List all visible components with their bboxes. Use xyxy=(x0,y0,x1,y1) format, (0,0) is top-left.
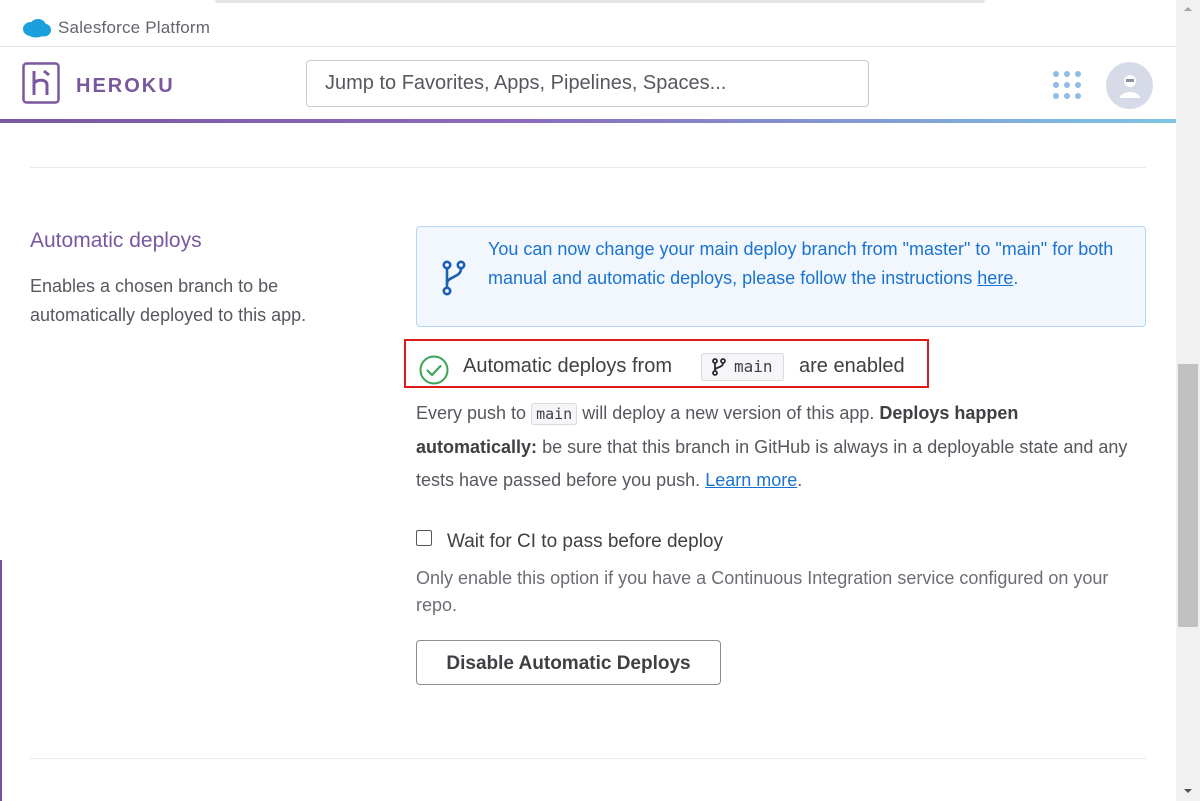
status-prefix: Automatic deploys from xyxy=(463,355,672,377)
scrollbar-thumb[interactable] xyxy=(1178,364,1198,627)
auto-deploy-status: Automatic deploys from main are enabled xyxy=(404,339,929,388)
explanation-end: . xyxy=(797,470,803,490)
branch-name: main xyxy=(734,357,773,376)
avatar-figure-icon xyxy=(1119,74,1140,98)
salesforce-platform-title: Salesforce Platform xyxy=(58,18,211,37)
branch-icon xyxy=(442,260,466,296)
info-banner-message: You can now change your main deploy bran… xyxy=(488,239,1114,288)
wait-for-ci-checkbox[interactable] xyxy=(416,530,432,546)
learn-more-link[interactable]: Learn more xyxy=(705,470,797,490)
wait-for-ci-label[interactable]: Wait for CI to pass before deploy xyxy=(447,531,723,553)
header-gradient-bar xyxy=(0,119,1176,123)
branch-chip: main xyxy=(701,353,784,381)
instructions-link[interactable]: here xyxy=(977,268,1013,288)
scroll-down-arrow-icon[interactable] xyxy=(1176,781,1200,801)
search-input[interactable]: Jump to Favorites, Apps, Pipelines, Spac… xyxy=(306,60,869,107)
heroku-header: HEROKU Jump to Favorites, Apps, Pipeline… xyxy=(0,47,1176,120)
section-divider-bottom xyxy=(30,758,1146,759)
section-title: Automatic deploys xyxy=(30,229,202,252)
salesforce-cloud-icon xyxy=(23,19,51,38)
disable-automatic-deploys-button[interactable]: Disable Automatic Deploys xyxy=(416,640,721,685)
heroku-logo-icon[interactable] xyxy=(22,62,60,104)
status-suffix: are enabled xyxy=(799,355,905,377)
browser-tab-edge xyxy=(215,0,985,3)
apps-grid-icon[interactable] xyxy=(1053,71,1081,99)
section-description: Enables a chosen branch to be automatica… xyxy=(30,276,307,325)
explanation-part1: Every push to xyxy=(416,403,527,423)
section-divider xyxy=(30,167,1146,168)
browser-top-strip xyxy=(0,0,1200,8)
heroku-brand[interactable]: HEROKU xyxy=(76,75,175,98)
branch-small-icon xyxy=(712,358,726,376)
branch-code: main xyxy=(531,403,578,425)
check-circle-icon xyxy=(419,355,449,385)
user-avatar-icon[interactable] xyxy=(1106,62,1153,109)
window-left-edge xyxy=(0,560,2,801)
auto-deploy-explanation: Every push to main will deploy a new ver… xyxy=(416,397,1136,497)
salesforce-platform-bar: Salesforce Platform xyxy=(0,8,1176,47)
info-banner: You can now change your main deploy bran… xyxy=(416,226,1146,327)
wait-for-ci-help: Only enable this option if you have a Co… xyxy=(416,568,1109,615)
info-banner-text: You can now change your main deploy bran… xyxy=(488,235,1128,292)
explanation-part2: will deploy a new version of this app. xyxy=(582,403,875,423)
info-banner-period: . xyxy=(1013,267,1019,288)
scroll-up-arrow-icon[interactable] xyxy=(1176,0,1200,18)
